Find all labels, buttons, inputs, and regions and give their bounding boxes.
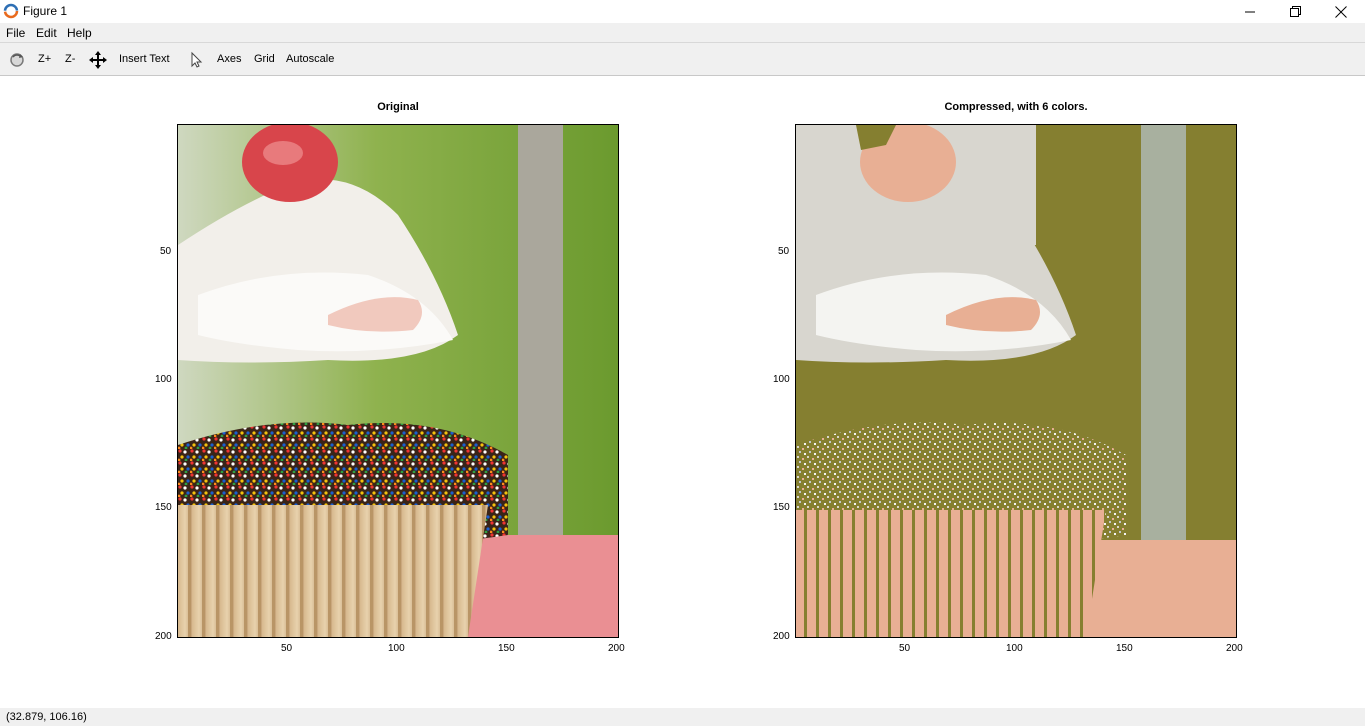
grid-button[interactable]: Grid [254,53,275,65]
y-tick-label: 150 [155,502,172,513]
close-icon [1335,5,1347,18]
figure-canvas[interactable]: Original 50 100 150 200 50 100 150 200 C… [0,77,1365,708]
title-bar: Figure 1 [0,0,1365,23]
menu-bar: File Edit Help [0,23,1365,42]
menu-help[interactable]: Help [67,26,92,40]
minimize-icon [1245,11,1255,12]
minimize-button[interactable] [1227,0,1273,23]
y-tick-label: 100 [155,374,172,385]
insert-text-button[interactable]: Insert Text [119,53,170,65]
y-tick-label: 200 [155,631,172,642]
x-tick-label: 150 [498,643,515,654]
menu-edit[interactable]: Edit [36,26,57,40]
plot-title-compressed: Compressed, with 6 colors. [944,101,1088,113]
y-tick-label: 50 [778,246,790,257]
y-tick-label: 100 [773,374,790,385]
cursor-coordinates: (32.879, 106.16) [6,711,87,723]
pan-move-icon[interactable] [89,51,107,69]
compressed-cupcake-image [796,125,1236,637]
rotate-icon[interactable] [8,51,26,69]
octave-logo-icon [3,3,19,19]
restore-button[interactable] [1272,0,1318,23]
status-bar: (32.879, 106.16) [0,708,1365,726]
x-tick-label: 50 [281,643,293,654]
autoscale-button[interactable]: Autoscale [286,53,334,65]
x-tick-label: 200 [608,643,625,654]
restore-icon [1289,6,1301,17]
x-tick-label: 50 [899,643,911,654]
zoom-in-button[interactable]: Z+ [38,53,51,65]
y-tick-label: 150 [773,502,790,513]
original-cupcake-image [178,125,618,637]
compressed-image-axes[interactable] [795,124,1237,638]
zoom-out-button[interactable]: Z- [65,53,75,65]
x-tick-label: 100 [388,643,405,654]
menu-file[interactable]: File [6,26,25,40]
window-title: Figure 1 [23,4,68,18]
y-tick-label: 200 [773,631,790,642]
plot-title-original: Original [377,101,419,113]
x-tick-label: 100 [1006,643,1023,654]
close-button[interactable] [1318,0,1364,23]
x-tick-label: 200 [1226,643,1243,654]
original-image-axes[interactable] [177,124,619,638]
y-tick-label: 50 [160,246,172,257]
select-pointer-icon[interactable] [188,51,206,69]
axes-button[interactable]: Axes [217,53,241,65]
x-tick-label: 150 [1116,643,1133,654]
toolbar: Z+ Z- Insert Text Axes Grid Autoscale [0,42,1365,76]
